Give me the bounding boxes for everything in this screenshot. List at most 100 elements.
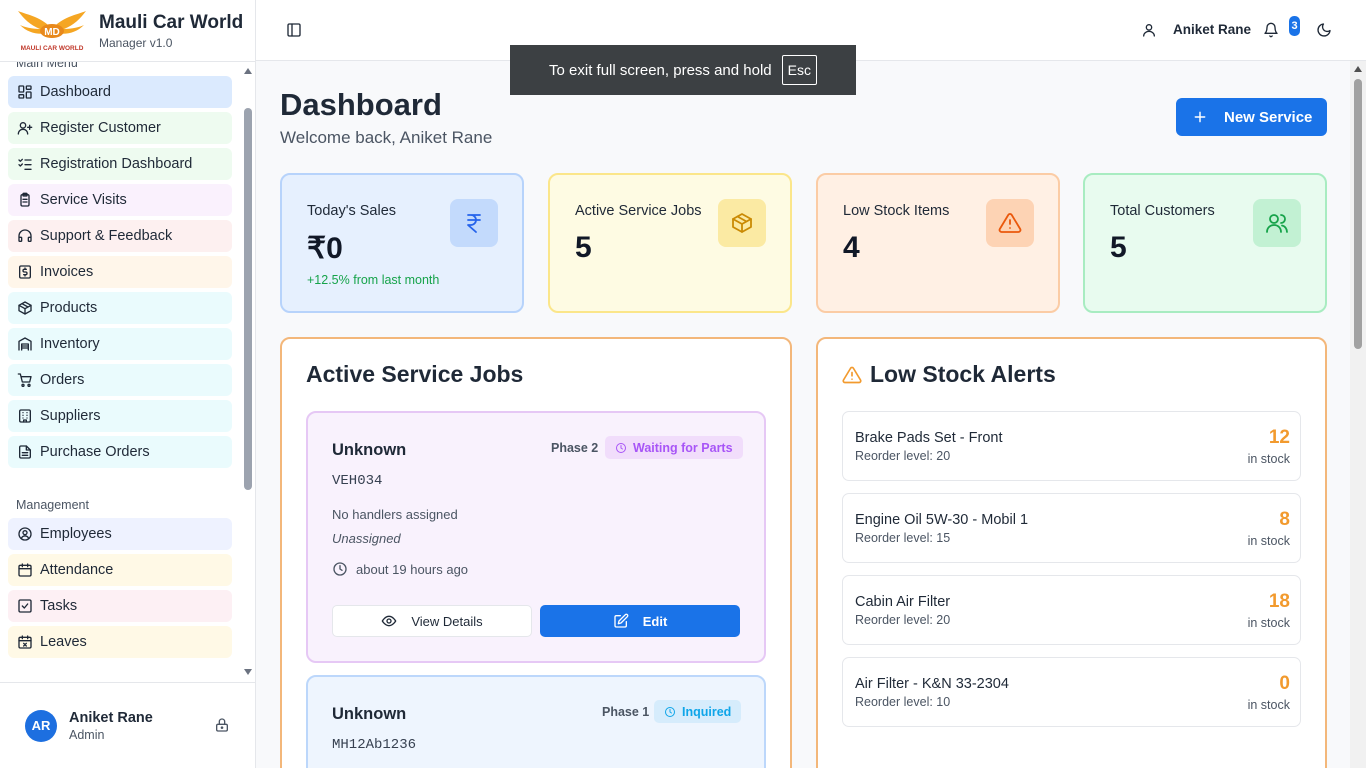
- low-stock-title: Low Stock Alerts: [870, 361, 1056, 387]
- stat-label: Total Customers: [1110, 203, 1215, 219]
- stock-item[interactable]: Air Filter - K&N 33-2304 Reorder level: 1…: [842, 657, 1301, 727]
- users-icon: [1266, 214, 1288, 233]
- brand-header: MD MAULI CAR WORLD Mauli Car World Manag…: [0, 0, 255, 62]
- status-label: Waiting for Parts: [633, 440, 733, 455]
- service-job-card[interactable]: Unknown Phase 2 Waiting for Parts VEH034 No …: [306, 411, 766, 663]
- sidebar-item-invoices[interactable]: Invoices: [8, 256, 232, 288]
- stock-reorder-level: Reorder level: 20: [855, 613, 951, 627]
- stat-icon-box: [1253, 199, 1301, 247]
- sidebar-item-attendance[interactable]: Attendance: [8, 554, 232, 586]
- welcome-text: Welcome back, Aniket Rane: [280, 128, 493, 147]
- new-service-button[interactable]: New Service: [1176, 98, 1327, 136]
- view-details-button[interactable]: View Details: [332, 605, 532, 637]
- vehicle-id: VEH034: [332, 473, 383, 489]
- user-circle-icon: [18, 527, 32, 541]
- view-details-label: View Details: [411, 613, 483, 629]
- stock-item[interactable]: Brake Pads Set - Front Reorder level: 20 1…: [842, 411, 1301, 481]
- topbar-user-name[interactable]: Aniket Rane: [1173, 22, 1251, 38]
- stock-item[interactable]: Cabin Air Filter Reorder level: 20 18 in st…: [842, 575, 1301, 645]
- building-icon: [19, 409, 31, 423]
- stock-reorder-level: Reorder level: 15: [855, 531, 951, 545]
- user-profile[interactable]: AR Aniket Rane Admin: [0, 682, 255, 768]
- service-job-card[interactable]: Unknown Phase 1 Inquired MH12Ab1236: [306, 675, 766, 768]
- job-handlers: No handlers assigned: [332, 507, 458, 522]
- sidebar-item-products[interactable]: Products: [8, 292, 232, 324]
- scroll-up-arrow[interactable]: [1354, 66, 1362, 72]
- clock-icon: [616, 442, 626, 453]
- sidebar-item-purchase-orders[interactable]: Purchase Orders: [8, 436, 232, 468]
- sidebar-item-service-visits[interactable]: Service Visits: [8, 184, 232, 216]
- lock-icon[interactable]: [214, 717, 230, 733]
- sidebar-item-registration-dashboard[interactable]: Registration Dashboard: [8, 148, 232, 180]
- stat-icon-box: [718, 199, 766, 247]
- stat-card: Total Customers 5: [1083, 173, 1327, 313]
- edit-button[interactable]: Edit: [540, 605, 740, 637]
- page-title: Dashboard: [280, 87, 442, 122]
- sidebar-scroll-thumb[interactable]: [244, 108, 252, 490]
- sidebar-item-label: Service Visits: [40, 192, 127, 208]
- app-version: Manager v1.0: [99, 35, 173, 50]
- stock-quantity: 12: [1268, 427, 1290, 448]
- stat-note: +12.5% from last month: [307, 273, 440, 287]
- job-phase: Phase 1: [602, 705, 650, 719]
- package-icon: [732, 213, 752, 233]
- new-service-label: New Service: [1224, 108, 1313, 126]
- stock-reorder-level: Reorder level: 20: [855, 449, 951, 463]
- alert-triangle-icon: [842, 366, 862, 383]
- user-plus-icon: [17, 122, 33, 135]
- scroll-down-arrow[interactable]: [244, 669, 252, 675]
- active-jobs-title: Active Service Jobs: [306, 361, 524, 387]
- bell-icon[interactable]: [1263, 22, 1279, 38]
- sidebar-item-label: Suppliers: [40, 408, 101, 424]
- sidebar-scrollbar[interactable]: [240, 62, 256, 682]
- rupee-icon: [467, 214, 481, 233]
- stock-item-name: Air Filter - K&N 33-2304: [855, 676, 1009, 692]
- job-time: about 19 hours ago: [332, 561, 468, 577]
- file-icon: [19, 445, 31, 459]
- fullscreen-toast-text: To exit full screen, press and hold: [549, 61, 772, 79]
- sidebar-item-dashboard[interactable]: Dashboard: [8, 76, 232, 108]
- sidebar-item-orders[interactable]: Orders: [8, 364, 232, 396]
- stat-card: Active Service Jobs 5: [548, 173, 792, 313]
- scroll-up-arrow[interactable]: [244, 68, 252, 74]
- sidebar-item-tasks[interactable]: Tasks: [8, 590, 232, 622]
- avatar[interactable]: AR: [25, 709, 57, 742]
- sidebar: Main Menu Dashboard Register Customer Regi…: [0, 0, 256, 768]
- sidebar-item-suppliers[interactable]: Suppliers: [8, 400, 232, 432]
- stat-label: Active Service Jobs: [575, 203, 702, 219]
- sidebar-item-label: Products: [40, 300, 98, 316]
- stock-unit: in stock: [1247, 534, 1290, 548]
- stat-icon-box: [986, 199, 1034, 247]
- main-content: Dashboard Welcome back, Aniket Rane New …: [256, 61, 1350, 768]
- sidebar-item-support-feedback[interactable]: Support & Feedback: [8, 220, 232, 252]
- main-scroll-thumb[interactable]: [1354, 79, 1362, 349]
- sidebar-item-inventory[interactable]: Inventory: [8, 328, 232, 360]
- sidebar-item-label: Tasks: [40, 598, 78, 614]
- edit-icon: [614, 613, 629, 628]
- stat-icon-box: [450, 199, 498, 247]
- warehouse-icon: [18, 337, 32, 351]
- clock-icon: [333, 562, 347, 576]
- stock-item[interactable]: Engine Oil 5W-30 - Mobil 1 Reorder level:…: [842, 493, 1301, 563]
- eye-icon: [382, 615, 397, 627]
- sidebar-item-label: Support & Feedback: [40, 228, 173, 244]
- low-stock-panel: Low Stock Alerts Brake Pads Set - Front R…: [816, 337, 1327, 768]
- fullscreen-toast: To exit full screen, press and hold Esc: [510, 45, 856, 95]
- stock-unit: in stock: [1247, 452, 1290, 466]
- main-scrollbar[interactable]: [1350, 61, 1366, 768]
- user-role: Admin: [69, 727, 105, 742]
- sidebar-item-label: Attendance: [40, 562, 114, 578]
- sidebar-item-leaves[interactable]: Leaves: [8, 626, 232, 658]
- user-icon[interactable]: [1141, 22, 1157, 38]
- moon-icon[interactable]: [1316, 22, 1332, 38]
- sidebar-nav[interactable]: Main Menu Dashboard Register Customer Regi…: [0, 62, 240, 682]
- clipboard-icon: [20, 192, 30, 207]
- stat-value: ₹0: [307, 232, 343, 265]
- layout-dashboard-icon: [18, 85, 32, 99]
- sidebar-item-register-customer[interactable]: Register Customer: [8, 112, 232, 144]
- sidebar-item-employees[interactable]: Employees: [8, 518, 232, 550]
- vehicle-id: MH12Ab1236: [332, 737, 417, 753]
- sidebar-toggle-icon[interactable]: [286, 22, 302, 38]
- app-logo: MD MAULI CAR WORLD: [18, 10, 86, 52]
- stat-label: Low Stock Items: [843, 203, 950, 219]
